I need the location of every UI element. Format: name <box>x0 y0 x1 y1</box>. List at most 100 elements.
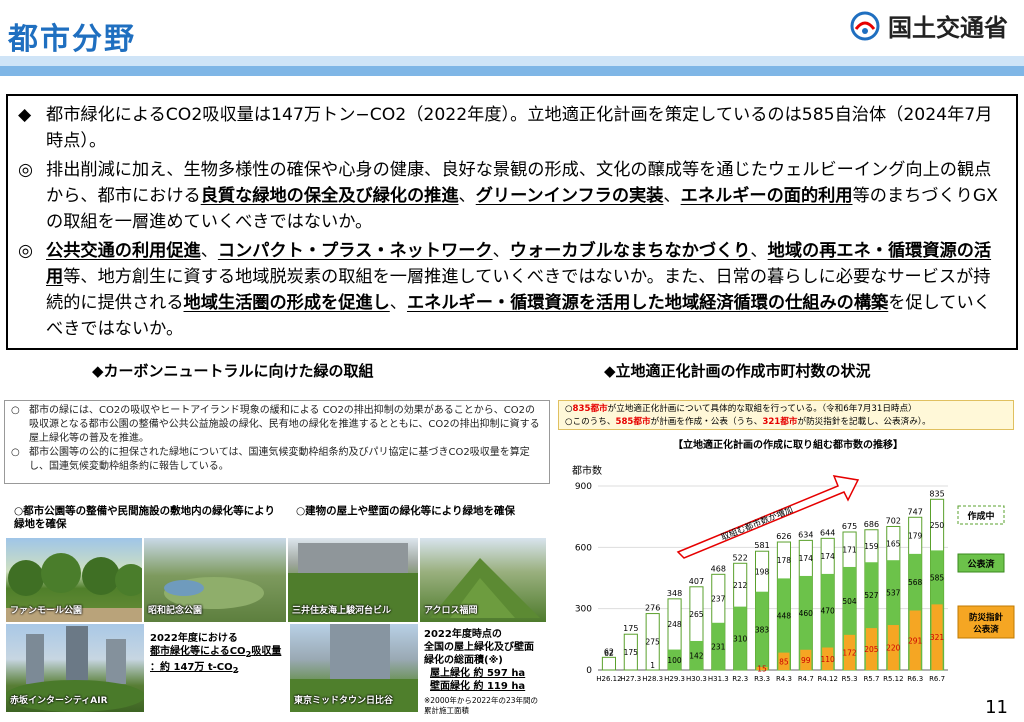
in-progress-label: 275 <box>646 638 661 647</box>
total-label: 407 <box>689 577 704 586</box>
double-circle-bullet: ◎ <box>18 241 33 261</box>
y-tick-label: 300 <box>575 605 592 615</box>
summary-paragraph-1: ◆ 都市緑化によるCO2吸収量は147万トン−CO2（2022年度）。立地適正化… <box>18 102 1006 154</box>
published-label: 470 <box>821 607 836 616</box>
x-tick-label: R5.7 <box>863 675 879 683</box>
in-progress-label: 62 <box>604 649 614 658</box>
published-label: 460 <box>799 609 814 618</box>
subheading-rooftop: ○建物の屋上や壁面の緑化等により緑地を確保 <box>296 505 515 517</box>
x-tick-label: R2.3 <box>732 675 748 683</box>
legend-disaster-line1: 防災指針 <box>969 612 1004 623</box>
published-label: 527 <box>864 591 879 600</box>
total-label: 702 <box>886 516 901 525</box>
published-label: 231 <box>711 642 726 651</box>
in-progress-label: 179 <box>908 532 923 541</box>
header-band-dark <box>0 66 1024 76</box>
total-label: 581 <box>754 541 769 550</box>
in-progress-label: 165 <box>886 539 901 548</box>
plan-status-note: ○835都市が立地適正化計画について具体的な取組を行っている。（令和6年7月31… <box>558 400 1014 430</box>
right-section-heading: ◆立地適正化計画の作成市町村数の状況 <box>604 362 871 380</box>
published-label: 585 <box>930 573 945 582</box>
total-label: 835 <box>929 489 944 498</box>
x-tick-label: H28.3 <box>642 675 663 683</box>
legend-published: 公表済 <box>967 558 995 570</box>
legend-in-progress: 作成中 <box>967 510 994 522</box>
emphasized-phrase: 地域生活圏の形成を促進し <box>183 293 390 313</box>
photo-akasaka-intercity: 赤坂インターシティAIR <box>6 624 144 712</box>
ministry-logo: 国土交通省 <box>850 8 1008 43</box>
text-run: 、 <box>200 241 218 261</box>
x-tick-label: R4.12 <box>817 675 837 683</box>
emphasized-phrase: エネルギー・循環資源を活用した地域経済循環の仕組みの構築 <box>406 293 889 313</box>
total-label: 276 <box>645 604 660 613</box>
x-tick-label: R5.12 <box>883 675 903 683</box>
disaster-label: 321 <box>930 633 945 642</box>
photo-caption: ファンモール公園 <box>10 606 83 616</box>
page-number: 11 <box>985 697 1008 718</box>
double-circle-bullet: ◎ <box>18 160 33 180</box>
emphasized-phrase: エネルギーの面的利用 <box>680 186 853 206</box>
co2-absorption-info: 2022年度における 都市緑化等によるCO2吸収量 ：約 147万 t-CO2 <box>150 633 282 675</box>
published-label: 142 <box>689 651 704 660</box>
total-label: 348 <box>667 589 682 598</box>
plan-count-chart: 【立地適正化計画の作成に取り組む都市数の推移】 都市数 0 300 600 900 62 62… <box>558 434 1018 690</box>
summary-box: ◆ 都市緑化によるCO2吸収量は147万トン−CO2（2022年度）。立地適正化… <box>6 94 1018 350</box>
in-progress-label: 174 <box>821 552 836 561</box>
photo-mitsui-building: 三井住友海上駿河台ビル <box>288 538 418 622</box>
total-label: 686 <box>864 520 879 529</box>
x-tick-label: R4.3 <box>776 675 792 683</box>
text-run: 都市緑化によるCO2吸収量は147万トン−CO2（2022年度）。立地適正化計画… <box>46 105 993 151</box>
photo-caption: 昭和記念公園 <box>148 606 203 616</box>
published-label: 537 <box>886 589 901 598</box>
summary-text: 都市緑化によるCO2吸収量は147万トン−CO2（2022年度）。立地適正化計画… <box>46 102 1006 154</box>
page-title: 都市分野 <box>8 22 136 57</box>
in-progress-label: 237 <box>711 595 726 604</box>
x-tick-label: H30.3 <box>686 675 707 683</box>
disaster-label: 291 <box>908 636 923 645</box>
subheading-parks: ○都市公園等の整備や民間施設の敷地内の緑化等により緑地を確保 <box>14 505 275 530</box>
diamond-bullet: ◆ <box>18 105 32 125</box>
in-progress-label: 198 <box>755 567 770 576</box>
in-progress-label: 212 <box>733 581 748 590</box>
photo-caption: 赤坂インターシティAIR <box>10 696 108 706</box>
note-item: ○ 都市の緑には、CO2の吸収やヒートアイランド現象の緩和による CO2の排出抑… <box>11 405 540 444</box>
published-label: 504 <box>842 597 857 606</box>
total-label: 175 <box>623 624 638 633</box>
ministry-name: 国土交通省 <box>888 14 1008 42</box>
disaster-label: 85 <box>779 657 789 666</box>
in-progress-label: 250 <box>930 521 945 530</box>
emphasized-phrase: グリーンインフラの実装 <box>475 186 664 206</box>
photo-showa-park: 昭和記念公園 <box>144 538 286 622</box>
photo-caption: アクロス福岡 <box>424 606 478 616</box>
summary-paragraph-2: ◎ 排出削減に加え、生物多様性の確保や心身の健康、良好な景観の形成、文化の醸成等… <box>18 157 1006 235</box>
disaster-label: 110 <box>821 655 836 664</box>
published-label: 100 <box>667 656 682 665</box>
y-tick-label: 0 <box>586 666 592 676</box>
x-tick-label: H27.3 <box>620 675 641 683</box>
text-run: 、 <box>389 293 407 313</box>
emphasized-phrase: ウォーカブルなまちなかづくり <box>509 241 751 261</box>
disaster-label: 205 <box>864 645 879 654</box>
ministry-emblem-icon <box>850 11 880 40</box>
header: 都市分野 国土交通省 <box>0 0 1024 80</box>
disaster-label: 172 <box>842 648 857 657</box>
note-item: ○ 都市公園等の公的に担保された緑地については、国連気候変動枠組条約及びパリ協定… <box>11 447 530 472</box>
total-label: 634 <box>798 530 813 539</box>
x-tick-label: H26.12 <box>596 675 621 683</box>
x-tick-label: R6.7 <box>929 675 945 683</box>
in-progress-label: 174 <box>799 554 814 563</box>
emphasized-phrase: 良質な緑地の保全及び緑化の推進 <box>200 186 459 206</box>
disaster-label: 220 <box>886 644 901 653</box>
total-label: 675 <box>842 522 857 531</box>
legend-disaster-line2: 公表済 <box>973 624 999 635</box>
in-progress-label: 159 <box>864 542 879 551</box>
photo-caption: 東京ミッドタウン日比谷 <box>294 696 394 706</box>
left-section-heading: ◆カーボンニュートラルに向けた緑の取組 <box>92 362 374 380</box>
in-progress-label: 178 <box>777 556 792 565</box>
published-label: 568 <box>908 578 923 587</box>
photo-acros-fukuoka: アクロス福岡 <box>420 538 546 622</box>
x-tick-label: R4.7 <box>798 675 814 683</box>
text-run: 、 <box>750 241 768 261</box>
summary-paragraph-3: ◎ 公共交通の利用促進、コンパクト・プラス・ネットワーク、ウォーカブルなまちなか… <box>18 238 1006 342</box>
bar-in-progress <box>601 656 616 671</box>
